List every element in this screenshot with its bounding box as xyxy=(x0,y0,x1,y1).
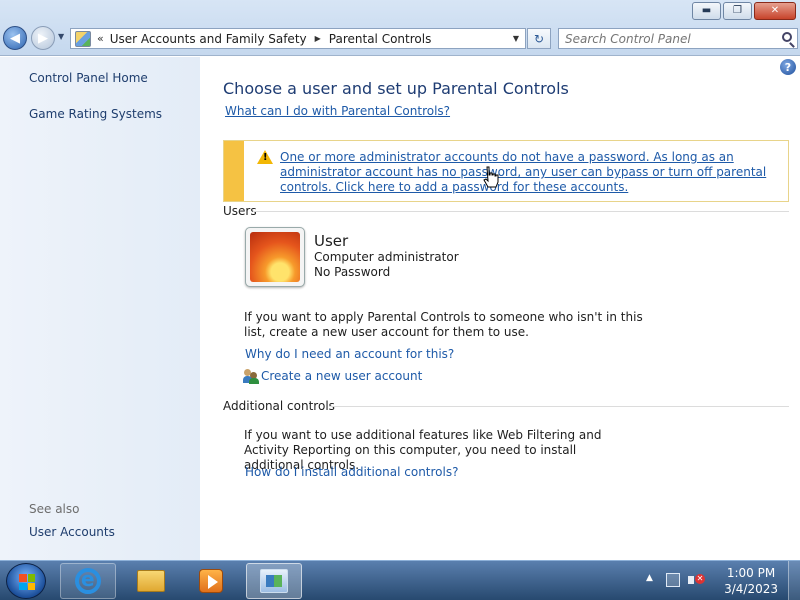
show-hidden-icons-button[interactable]: ▲ xyxy=(646,573,653,583)
window-titlebar: ▬ ❐ ✕ ◀ ▶ ▼ « User Accounts and Family S… xyxy=(0,0,800,56)
password-warning-banner[interactable]: One or more administrator accounts do no… xyxy=(223,140,789,202)
breadcrumb-user-accounts[interactable]: User Accounts and Family Safety xyxy=(110,32,307,46)
taskbar-control-panel[interactable] xyxy=(246,563,302,599)
users-icon xyxy=(243,368,259,384)
warning-color-bar xyxy=(224,141,244,201)
users-heading: Users xyxy=(223,204,257,218)
maximize-button[interactable]: ❐ xyxy=(723,2,752,20)
arrow-left-icon: ◀ xyxy=(10,30,20,46)
clock-time: 1:00 PM xyxy=(726,566,776,580)
what-can-i-do-link[interactable]: What can I do with Parental Controls? xyxy=(225,104,450,118)
folder-icon xyxy=(137,570,165,592)
minimize-icon: ▬ xyxy=(701,5,712,16)
search-box[interactable] xyxy=(558,28,798,49)
user-accounts-link[interactable]: User Accounts xyxy=(29,525,115,539)
users-section-header: Users xyxy=(223,204,789,218)
create-account-row[interactable]: Create a new user account xyxy=(243,368,422,384)
user-role: Computer administrator xyxy=(314,250,459,264)
add-password-warning-link[interactable]: One or more administrator accounts do no… xyxy=(280,150,780,195)
new-account-instructions: If you want to apply Parental Controls t… xyxy=(244,310,643,339)
create-account-link[interactable]: Create a new user account xyxy=(261,369,422,383)
recent-pages-dropdown[interactable]: ▼ xyxy=(58,32,64,41)
taskbar: ▲ ✕ 1:00 PM 3/4/2023 xyxy=(0,560,800,600)
user-name[interactable]: User xyxy=(314,232,348,250)
control-panel-home-link[interactable]: Control Panel Home xyxy=(29,71,148,85)
minimize-button[interactable]: ▬ xyxy=(692,2,721,20)
notification-area: ▲ ✕ 1:00 PM 3/4/2023 xyxy=(640,561,800,600)
why-account-link[interactable]: Why do I need an account for this? xyxy=(245,347,454,361)
help-icon[interactable]: ? xyxy=(780,59,796,75)
address-bar[interactable]: « User Accounts and Family Safety ▶ Pare… xyxy=(70,28,526,49)
search-icon[interactable] xyxy=(782,32,792,42)
divider xyxy=(329,406,789,407)
windows-logo-icon xyxy=(19,574,35,590)
breadcrumb-parental-controls[interactable]: Parental Controls xyxy=(329,32,432,46)
show-desktop-button[interactable] xyxy=(788,561,800,600)
hand-cursor-icon xyxy=(483,166,499,188)
breadcrumb-separator-icon[interactable]: ▶ xyxy=(315,34,321,43)
forward-button[interactable]: ▶ xyxy=(31,26,55,50)
taskbar-media-player[interactable] xyxy=(183,563,239,599)
left-navigation-pane: Control Panel Home Game Rating Systems S… xyxy=(0,57,200,560)
user-avatar[interactable] xyxy=(245,227,305,287)
start-button[interactable] xyxy=(6,563,46,599)
internet-explorer-icon xyxy=(75,567,101,594)
page-title: Choose a user and set up Parental Contro… xyxy=(223,79,569,98)
taskbar-internet-explorer[interactable] xyxy=(60,563,116,599)
refresh-button[interactable]: ↻ xyxy=(527,28,551,49)
additional-controls-heading: Additional controls xyxy=(223,399,335,413)
control-panel-icon xyxy=(75,30,91,47)
close-button[interactable]: ✕ xyxy=(754,2,796,20)
clock[interactable]: 1:00 PM 3/4/2023 xyxy=(724,565,778,597)
install-additional-controls-link[interactable]: How do I install additional controls? xyxy=(245,465,458,479)
back-button[interactable]: ◀ xyxy=(3,26,27,50)
user-password-status: No Password xyxy=(314,265,391,279)
game-rating-systems-link[interactable]: Game Rating Systems xyxy=(29,107,162,121)
divider xyxy=(253,211,789,212)
media-player-icon xyxy=(199,569,223,593)
window-controls: ▬ ❐ ✕ xyxy=(692,2,796,20)
see-also-heading: See also xyxy=(29,502,80,516)
taskbar-windows-explorer[interactable] xyxy=(123,563,179,599)
additional-controls-header: Additional controls xyxy=(223,399,789,413)
network-icon[interactable] xyxy=(666,573,680,587)
main-content: ? Choose a user and set up Parental Cont… xyxy=(200,57,800,560)
breadcrumb-overflow[interactable]: « xyxy=(97,32,104,45)
user-picture xyxy=(250,232,300,282)
maximize-icon: ❐ xyxy=(733,5,742,16)
address-dropdown-icon[interactable]: ▼ xyxy=(509,29,523,48)
refresh-icon: ↻ xyxy=(533,31,545,46)
arrow-right-icon: ▶ xyxy=(38,30,48,46)
search-input[interactable] xyxy=(565,31,775,46)
clock-date: 3/4/2023 xyxy=(724,582,778,596)
close-icon: ✕ xyxy=(770,5,780,16)
control-panel-icon xyxy=(260,569,288,593)
volume-muted-icon[interactable]: ✕ xyxy=(688,573,705,587)
warning-icon xyxy=(257,150,273,164)
